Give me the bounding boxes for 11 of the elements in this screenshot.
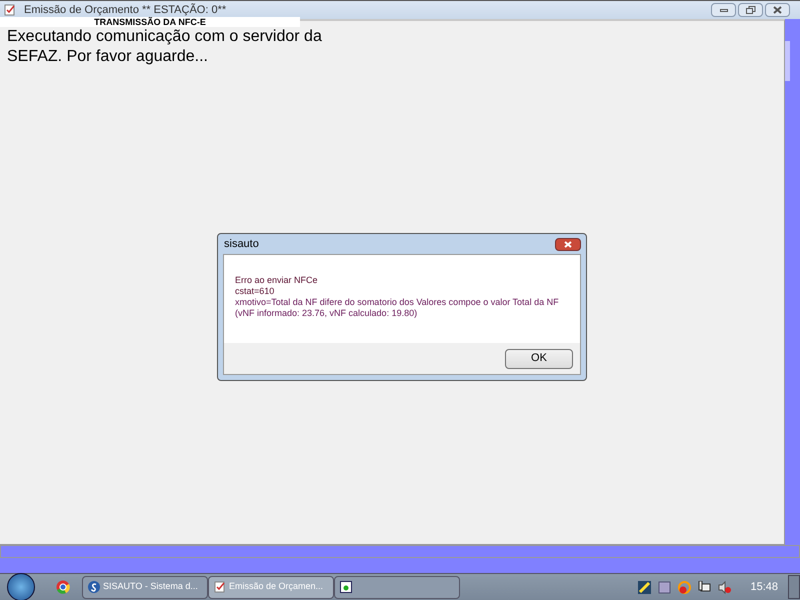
window-title: Emissão de Orçamento ** ESTAÇÃO: 0** <box>24 2 226 17</box>
message-text: cstat=610 <box>235 286 276 297</box>
panel-header: TRANSMISSÃO DA NFC-E <box>0 17 300 27</box>
clock[interactable]: 15:48 <box>750 578 778 596</box>
ok-button[interactable]: OK <box>505 348 573 368</box>
message-text: xmotivo=Total da NF difere do somatorio dos Valores compoe o valor Total da NF (vNF informado: 23.76, vNF calculado: 19.80) <box>235 297 560 319</box>
message-text: Erro ao enviar NFCe <box>235 275 319 286</box>
dialog-title: sisauto <box>224 236 259 252</box>
taskbar-button[interactable]: Emissão de Orçamen... <box>208 576 334 598</box>
status-message: Executando comunicação com o servidor da SEFAZ. Por favor aguarde... <box>6 27 323 67</box>
taskbar-button[interactable]: SISAUTO - Sistema d... <box>82 576 208 598</box>
